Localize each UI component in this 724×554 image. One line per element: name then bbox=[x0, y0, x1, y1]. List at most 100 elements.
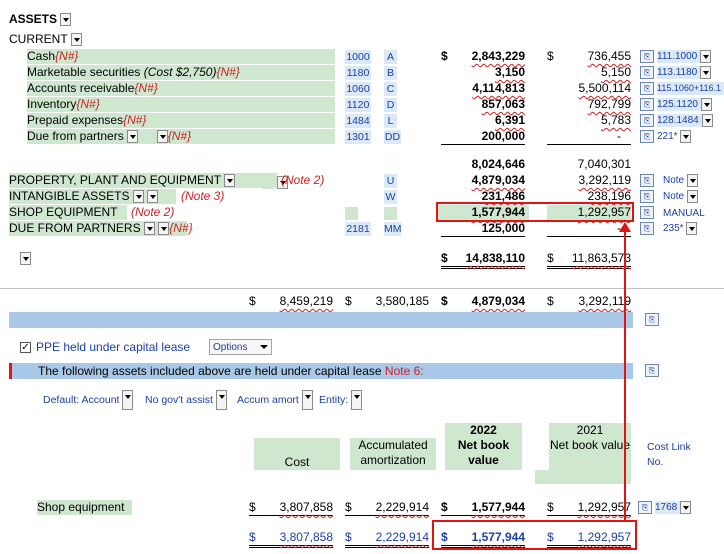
row-cash: Cash{N#} bbox=[27, 49, 335, 64]
link-button-icon[interactable]: ⎘ bbox=[640, 174, 654, 187]
checkbox-label[interactable]: PPE held under capital lease bbox=[36, 340, 190, 354]
filter-accum-amort[interactable]: Accum amort bbox=[237, 390, 313, 410]
grand-total-2022: $14,838,110 bbox=[441, 251, 525, 269]
row-label: Accounts receivable bbox=[27, 81, 135, 95]
link-ref[interactable]: Note bbox=[663, 174, 698, 187]
filter-dropdown[interactable] bbox=[122, 390, 134, 410]
link-button-icon[interactable]: ⎘ bbox=[640, 190, 654, 203]
dollar-sign: $ bbox=[441, 500, 448, 514]
lead-letter[interactable]: DD bbox=[384, 130, 401, 144]
value-2022: 200,000 bbox=[441, 129, 525, 145]
link-dropdown[interactable] bbox=[700, 98, 712, 111]
link-button-icon[interactable]: ⎘ bbox=[640, 50, 654, 63]
header-year: 2021 bbox=[576, 423, 604, 437]
row-dropdown-2[interactable] bbox=[158, 222, 170, 236]
link-button-icon[interactable]: ⎘ bbox=[640, 82, 654, 95]
row-note[interactable]: (Note 2) bbox=[131, 205, 174, 220]
lead-letter[interactable]: D bbox=[384, 98, 397, 112]
link-manual[interactable]: MANUAL bbox=[663, 207, 705, 220]
dollar-sign: $ bbox=[345, 500, 352, 514]
account-code[interactable]: 1180 bbox=[345, 66, 371, 80]
lead-letter[interactable]: B bbox=[384, 66, 397, 80]
link-ref[interactable]: 235* bbox=[663, 222, 698, 235]
lease-row-label: Shop equipment bbox=[37, 500, 132, 515]
link-button-icon[interactable]: ⎘ bbox=[640, 130, 654, 143]
link-text: Note bbox=[663, 191, 685, 203]
filter-default-account[interactable]: Default: Account bbox=[43, 390, 134, 410]
account-code[interactable]: 1484 bbox=[345, 114, 371, 128]
link-button-icon[interactable]: ⎘ bbox=[638, 501, 652, 514]
lead-letter[interactable]: W bbox=[384, 190, 397, 204]
link-ref[interactable]: 111.1000 bbox=[657, 50, 712, 64]
link-dropdown[interactable] bbox=[700, 50, 712, 63]
account-code[interactable]: 1000 bbox=[345, 50, 371, 64]
lead-letter[interactable]: A bbox=[384, 50, 397, 64]
link-ref[interactable]: 221* bbox=[657, 130, 692, 143]
code-green-cell[interactable] bbox=[345, 207, 358, 220]
value-text: 4,879,034 bbox=[471, 294, 525, 308]
total-dropdown-icon[interactable] bbox=[20, 252, 31, 266]
value-text: 200,000 bbox=[481, 129, 525, 143]
grand-total-2021: $11,863,573 bbox=[547, 251, 631, 269]
link-ref[interactable]: 128.1484 bbox=[657, 114, 713, 128]
value-text: 3,807,858 bbox=[279, 530, 333, 544]
link-dropdown[interactable] bbox=[686, 222, 698, 235]
row-dropdown[interactable] bbox=[143, 222, 155, 236]
assets-dropdown[interactable] bbox=[60, 13, 72, 27]
check-icon[interactable]: ✓ bbox=[20, 341, 31, 353]
row-dropdown-2[interactable] bbox=[156, 130, 168, 144]
lead-letter[interactable]: C bbox=[384, 82, 397, 96]
link-button-icon[interactable]: ⎘ bbox=[640, 222, 654, 235]
link-button-icon[interactable]: ⎘ bbox=[640, 66, 654, 79]
link-ref[interactable]: 125.1120 bbox=[657, 98, 712, 112]
filter-dropdown[interactable] bbox=[301, 390, 313, 410]
value-text: 8,459,219 bbox=[279, 294, 333, 308]
filter-entity[interactable]: Entity: bbox=[319, 390, 363, 410]
lead-letter[interactable]: L bbox=[384, 114, 397, 128]
account-code[interactable]: 2181 bbox=[345, 222, 371, 236]
link-ref[interactable]: 115.1060+116.1 bbox=[657, 82, 724, 95]
filter-dropdown[interactable] bbox=[215, 390, 227, 410]
link-button-icon[interactable]: ⎘ bbox=[645, 313, 659, 326]
account-code[interactable]: 1301 bbox=[345, 130, 371, 144]
row-dropdown-2[interactable] bbox=[147, 190, 159, 204]
account-code[interactable]: 1060 bbox=[345, 82, 371, 96]
link-dropdown[interactable] bbox=[701, 114, 713, 127]
row-dropdown[interactable] bbox=[132, 190, 144, 204]
link-button-icon[interactable]: ⎘ bbox=[640, 98, 654, 111]
lead-letter[interactable]: MM bbox=[384, 222, 402, 236]
value-text: 4,879,034 bbox=[471, 173, 525, 187]
filter-dropdown[interactable] bbox=[351, 390, 363, 410]
link-ref[interactable]: 113.1180 bbox=[657, 66, 712, 80]
lead-letter[interactable]: U bbox=[384, 174, 397, 188]
link-dropdown[interactable] bbox=[680, 501, 692, 514]
row-green-cell bbox=[262, 176, 274, 190]
link-dropdown[interactable] bbox=[700, 66, 712, 79]
account-code[interactable]: 1120 bbox=[345, 98, 371, 112]
link-text: 221* bbox=[657, 131, 678, 143]
link-button-icon[interactable]: ⎘ bbox=[640, 206, 654, 219]
link-dropdown[interactable] bbox=[680, 130, 692, 143]
row-label: SHOP EQUIPMENT bbox=[9, 205, 118, 219]
link-button-icon[interactable]: ⎘ bbox=[640, 114, 654, 127]
value-text: 792,799 bbox=[587, 97, 631, 111]
row-note[interactable]: (Note 2) bbox=[281, 173, 324, 188]
link-dropdown[interactable] bbox=[686, 190, 698, 203]
value-text: 11,863,573 bbox=[571, 251, 631, 265]
row-note[interactable]: (Note 3) bbox=[181, 189, 224, 204]
filter-no-govt-assist[interactable]: No gov't assist bbox=[145, 390, 227, 410]
grand-total-dropdown[interactable] bbox=[20, 251, 31, 266]
link-ref[interactable]: Note bbox=[663, 190, 698, 203]
current-dropdown[interactable] bbox=[70, 33, 82, 47]
row-dropdown[interactable] bbox=[127, 130, 139, 144]
letter-green-cell[interactable] bbox=[384, 207, 397, 220]
link-text: 113.1180 bbox=[657, 67, 698, 79]
options-select[interactable]: Options bbox=[209, 339, 272, 355]
dollar-sign: $ bbox=[547, 294, 554, 308]
row-dropdown[interactable] bbox=[224, 174, 236, 188]
row-shop-equipment: SHOP EQUIPMENT bbox=[9, 205, 127, 220]
link-dropdown[interactable] bbox=[686, 174, 698, 187]
lease-link-ref[interactable]: 1768 bbox=[655, 501, 692, 515]
link-button-icon[interactable]: ⎘ bbox=[645, 364, 659, 377]
info-note-link[interactable]: Note 6: bbox=[385, 364, 424, 378]
